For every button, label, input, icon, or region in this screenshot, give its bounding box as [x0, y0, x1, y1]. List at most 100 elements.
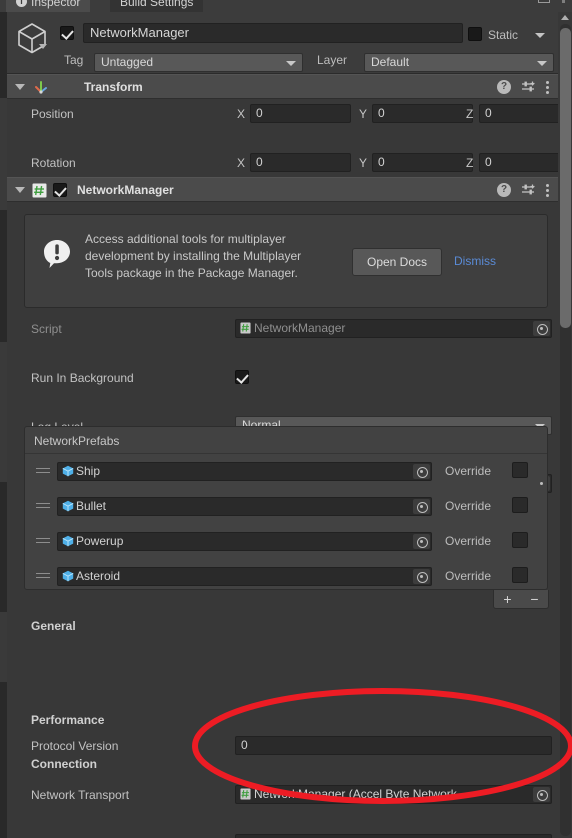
more-icon[interactable] [559, 0, 568, 3]
layer-dropdown-value: Default [371, 55, 410, 69]
help-icon[interactable]: ? [497, 80, 511, 94]
scroll-up-arrow-icon[interactable] [560, 12, 570, 23]
list-item: Bullet Override [25, 489, 547, 524]
layer-dropdown[interactable]: Default [364, 53, 554, 72]
rotation-label: Rotation [31, 156, 76, 170]
prefab-object-field[interactable]: Bullet [57, 497, 432, 516]
prefab-name: Powerup [76, 534, 124, 548]
prefab-object-field[interactable]: Powerup [57, 532, 432, 551]
override-checkbox[interactable] [512, 567, 528, 583]
drag-handle-icon[interactable] [36, 537, 50, 545]
editor-tab-strip: i Inspector Build Settings [0, 0, 572, 12]
axis-z-label: Z [466, 107, 474, 121]
static-checkbox[interactable] [468, 27, 482, 41]
gameobject-enabled-checkbox[interactable] [60, 26, 74, 40]
object-picker-icon[interactable] [533, 787, 550, 802]
field-row-protocol-version: Protocol Version 0 [7, 735, 558, 759]
remove-prefab-button[interactable]: − [530, 591, 538, 608]
networkmanager-body: Access additional tools for multiplayer … [7, 202, 558, 838]
network-prefabs-title: NetworkPrefabs [34, 434, 120, 448]
section-heading-connection: Connection [31, 757, 97, 771]
override-label: Override [445, 499, 492, 513]
open-docs-button[interactable]: Open Docs [352, 248, 442, 276]
chevron-down-icon[interactable] [15, 84, 25, 90]
section-heading-general: General [31, 619, 76, 633]
help-icon[interactable]: ? [497, 183, 511, 197]
cube-icon[interactable] [15, 21, 49, 55]
rotation-z-field[interactable]: 0 [479, 153, 558, 172]
position-z-field[interactable]: 0 [479, 104, 558, 123]
tab-build-settings[interactable]: Build Settings [110, 0, 204, 12]
info-icon: i [16, 0, 27, 8]
unity-inspector-window: i Inspector Build Settings NetworkManage… [0, 0, 572, 838]
tick-rate-field[interactable]: 30 [235, 834, 552, 838]
networkmanager-header-tools: ? [497, 183, 550, 197]
script-label: Script [31, 322, 62, 336]
rotation-x-field[interactable]: 0 [250, 153, 351, 172]
gameobject-header: NetworkManager Static Tag Untagged Layer… [7, 12, 558, 74]
field-row-script: Script NetworkManager [7, 318, 558, 342]
list-item: Ship Override [25, 454, 547, 489]
chevron-down-icon [286, 61, 296, 66]
maximize-icon[interactable] [538, 0, 550, 3]
transform-component-header[interactable]: Transform ? [7, 74, 558, 99]
object-picker-icon[interactable] [413, 499, 430, 514]
csharp-script-icon [240, 322, 251, 334]
networkmanager-component-header[interactable]: NetworkManager ? [7, 177, 558, 202]
run-in-background-checkbox[interactable] [235, 370, 249, 384]
gameobject-name-field[interactable]: NetworkManager [83, 23, 463, 43]
preset-icon[interactable] [521, 80, 536, 94]
tag-label: Tag [64, 53, 84, 67]
network-transport-label: Network Transport [31, 788, 130, 802]
protocol-version-field[interactable]: 0 [235, 736, 552, 755]
static-dropdown-chevron-down-icon[interactable] [535, 33, 545, 38]
object-picker-icon[interactable] [413, 534, 430, 549]
prefab-name: Bullet [76, 499, 107, 513]
inspector-scrollbar[interactable] [558, 12, 572, 838]
network-transport-value: NetworkManager (Accel Byte Network [254, 787, 457, 801]
scrollbar-thumb[interactable] [560, 28, 571, 328]
protocol-version-label: Protocol Version [31, 739, 119, 753]
network-transport-object-field[interactable]: NetworkManager (Accel Byte Network [235, 785, 552, 804]
drag-handle-icon[interactable] [36, 467, 50, 475]
run-in-background-label: Run In Background [31, 371, 134, 385]
component-enabled-checkbox[interactable] [53, 183, 67, 197]
drag-handle-icon[interactable] [36, 502, 50, 510]
tag-dropdown-value: Untagged [101, 55, 154, 69]
position-y-field[interactable]: 0 [372, 104, 473, 123]
chevron-down-icon[interactable] [39, 44, 47, 49]
field-row-network-transport: Network Transport NetworkManager (Accel … [7, 784, 558, 808]
tab-inspector-label: Inspector [31, 0, 81, 9]
prefab-object-field[interactable]: Ship [57, 462, 432, 481]
position-x-field[interactable]: 0 [250, 104, 351, 123]
tab-inspector[interactable]: i Inspector [6, 0, 91, 12]
position-label: Position [31, 107, 74, 121]
override-checkbox[interactable] [512, 462, 528, 478]
drag-handle-icon[interactable] [36, 572, 50, 580]
transform-body: Position X 0 Y 0 Z 0 Rotation X 0 Y 0 Z … [7, 99, 558, 221]
transform-axis-icon [33, 79, 48, 94]
kebab-menu-icon[interactable] [546, 183, 550, 197]
rotation-y-field[interactable]: 0 [372, 153, 473, 172]
prefab-name: Ship [76, 464, 101, 478]
transform-row-position: Position X 0 Y 0 Z 0 [7, 103, 558, 127]
axis-x-label: X [237, 156, 246, 170]
object-picker-icon[interactable] [413, 569, 430, 584]
list-item: Asteroid Override [25, 559, 547, 594]
chevron-down-icon[interactable] [15, 187, 25, 193]
script-value: NetworkManager [254, 321, 346, 335]
field-row-run-in-background: Run In Background [7, 367, 558, 391]
object-picker-icon[interactable] [413, 464, 430, 479]
prefab-object-field[interactable]: Asteroid [57, 567, 432, 586]
kebab-menu-icon[interactable] [546, 80, 550, 94]
override-checkbox[interactable] [512, 532, 528, 548]
dismiss-link[interactable]: Dismiss [454, 254, 496, 268]
tag-dropdown[interactable]: Untagged [94, 53, 303, 72]
preset-icon[interactable] [521, 183, 536, 197]
section-heading-performance: Performance [31, 713, 105, 727]
override-checkbox[interactable] [512, 497, 528, 513]
object-picker-icon[interactable] [533, 321, 550, 336]
add-prefab-button[interactable]: + [503, 591, 511, 608]
axis-y-label: Y [359, 156, 368, 170]
info-bubble-icon [43, 239, 71, 269]
